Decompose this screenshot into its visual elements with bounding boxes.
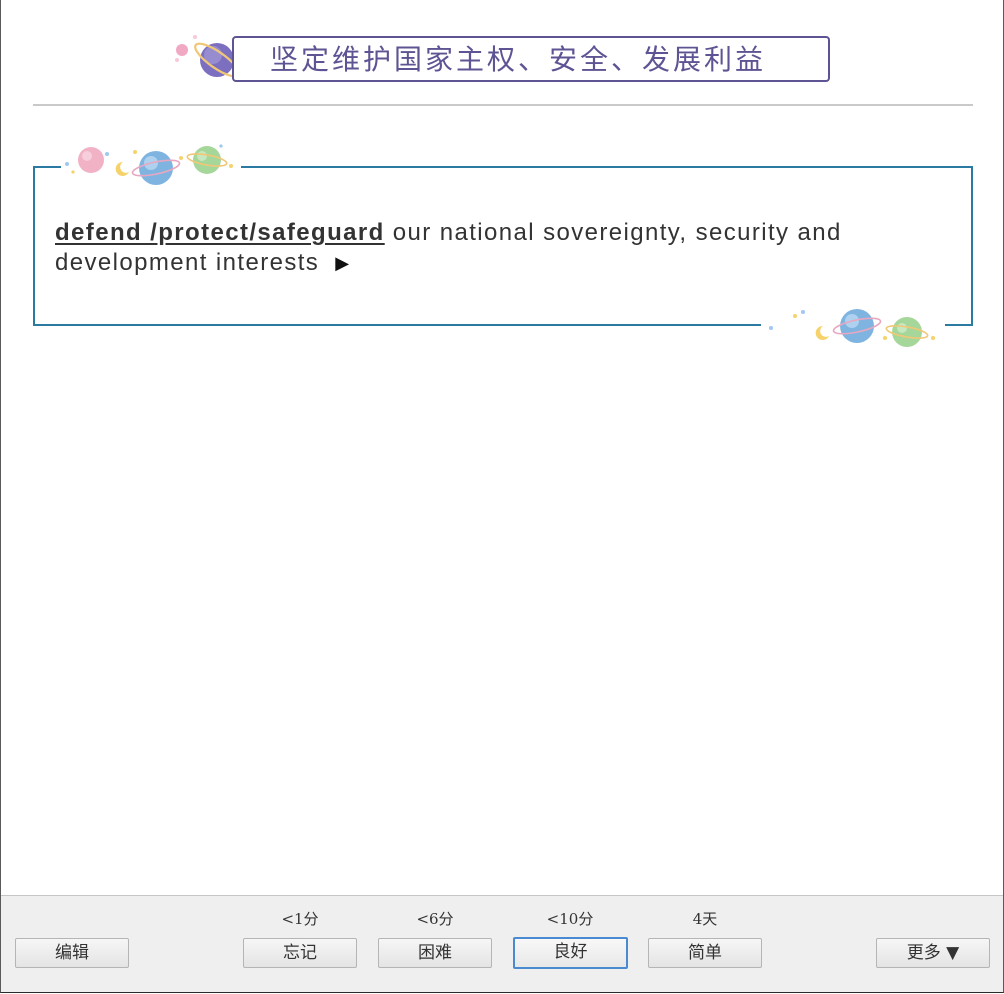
answer-text: defend /protect/safeguard our national s… [55,218,945,278]
answer-box: defend /protect/safeguard our national s… [33,138,973,354]
review-window: 坚定维护国家主权、安全、发展利益 defend /protect/safegua… [0,0,1004,993]
divider [33,104,973,106]
interval-again: <1分 [281,910,319,928]
card-content: 坚定维护国家主权、安全、发展利益 defend /protect/safegua… [1,0,1003,895]
title-banner: 坚定维护国家主权、安全、发展利益 [173,30,835,90]
interval-hard: <6分 [416,910,454,928]
edit-button[interactable]: 编辑 [15,938,129,968]
planets-decoration-icon [761,302,945,354]
hard-button[interactable]: 困难 [378,938,492,968]
more-button[interactable]: 更多 ▼ [876,938,990,968]
card-title: 坚定维护国家主权、安全、发展利益 [270,43,767,76]
planets-decoration-icon [61,138,241,190]
again-button[interactable]: 忘记 [243,938,357,968]
answer-keyword: defend /protect/safeguard [55,219,385,246]
interval-easy: 4天 [692,910,718,928]
good-button[interactable]: 良好 [513,937,628,969]
play-icon[interactable]: ▶ [335,248,350,278]
easy-button[interactable]: 简单 [648,938,762,968]
interval-good: <10分 [546,910,594,928]
title-frame: 坚定维护国家主权、安全、发展利益 [232,36,830,82]
answer-toolbar: 编辑 <1分 忘记 <6分 困难 <10分 良好 4天 简单 更多 ▼ [1,895,1003,992]
